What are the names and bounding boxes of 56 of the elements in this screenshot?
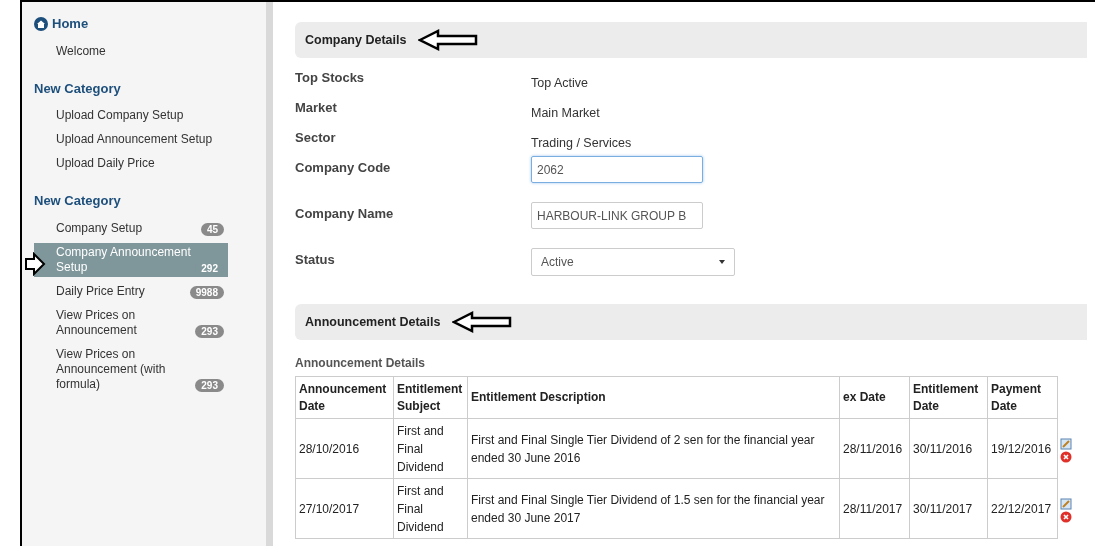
count-badge: 293 [195, 324, 224, 338]
field-value: Main Market [531, 106, 600, 120]
sidebar-item[interactable]: Company Setup 45 [34, 218, 228, 238]
sidebar-item[interactable]: Upload Announcement Setup [34, 130, 228, 149]
table-cell: 27/10/2017 [295, 478, 394, 539]
delete-icon[interactable] [1060, 450, 1072, 463]
sidebar-item[interactable]: Daily Price Entry 9988 [34, 281, 228, 301]
sidebar-item[interactable]: Upload Daily Price [34, 154, 228, 173]
table-cell: First and Final Single Tier Dividend of 1.5 sen for the financial year ended 30 June 2017 [467, 478, 840, 539]
column-header: ex Date [839, 376, 910, 419]
section-title: Announcement Details [305, 313, 441, 331]
section-title: Company Details [305, 31, 407, 49]
column-header: Entitlement Description [467, 376, 840, 419]
field-label: Top Stocks [295, 69, 366, 87]
table-cell: First and Final Dividend [393, 478, 468, 539]
table-cell: 28/11/2016 [839, 418, 910, 479]
sidebar-item[interactable]: Upload Company Setup [34, 106, 228, 125]
field-value: Trading / Services [531, 136, 632, 150]
table-cell: 30/11/2017 [909, 478, 988, 539]
pointer-arrow-icon [418, 29, 479, 51]
table-cell: First and Final Dividend [393, 418, 468, 479]
table-cell: 19/12/2016 [987, 418, 1058, 479]
column-header: Announcement Date [295, 376, 394, 419]
pointer-arrow-icon [452, 311, 513, 333]
table-cell: 28/11/2017 [839, 478, 910, 539]
text-field[interactable]: HARBOUR-LINK GROUP B [531, 202, 703, 229]
text-field[interactable]: 2062 [531, 156, 703, 183]
status-dropdown[interactable]: Active [531, 248, 735, 276]
column-header: Entitlement Subject [393, 376, 468, 419]
table-cell: 30/11/2016 [909, 418, 988, 479]
sidebar-item[interactable]: Welcome [34, 41, 228, 61]
field-label: Status [295, 251, 336, 269]
field-value: Top Active [531, 76, 588, 90]
table-cell: 22/12/2017 [987, 478, 1058, 539]
category-heading: Home [52, 15, 89, 33]
table-caption: Announcement Details [295, 355, 427, 372]
count-badge: 9988 [189, 285, 224, 299]
column-header: Entitlement Date [909, 376, 988, 419]
sidebar-item[interactable]: View Prices on Announcement 293 [34, 305, 228, 340]
caret-icon [719, 260, 725, 264]
home-icon [34, 16, 48, 31]
field-label: Sector [295, 129, 337, 147]
edit-icon[interactable] [1060, 497, 1072, 510]
count-badge: 45 [200, 222, 224, 236]
sidebar-item[interactable]: View Prices on Announcement (with formula) 293 [34, 344, 228, 394]
category-heading: New Category [34, 79, 121, 98]
table-cell: First and Final Single Tier Dividend of 2 sen for the financial year ended 30 June 2016 [467, 418, 840, 479]
delete-icon[interactable] [1060, 510, 1072, 523]
category-heading: New Category [34, 192, 121, 210]
count-badge: 293 [195, 378, 224, 392]
table-cell: 28/10/2016 [295, 418, 394, 479]
field-label: Company Name [295, 205, 395, 223]
column-header: Payment Date [987, 376, 1058, 419]
edit-icon[interactable] [1060, 437, 1072, 450]
field-label: Market [295, 99, 338, 117]
field-label: Company Code [295, 159, 392, 177]
